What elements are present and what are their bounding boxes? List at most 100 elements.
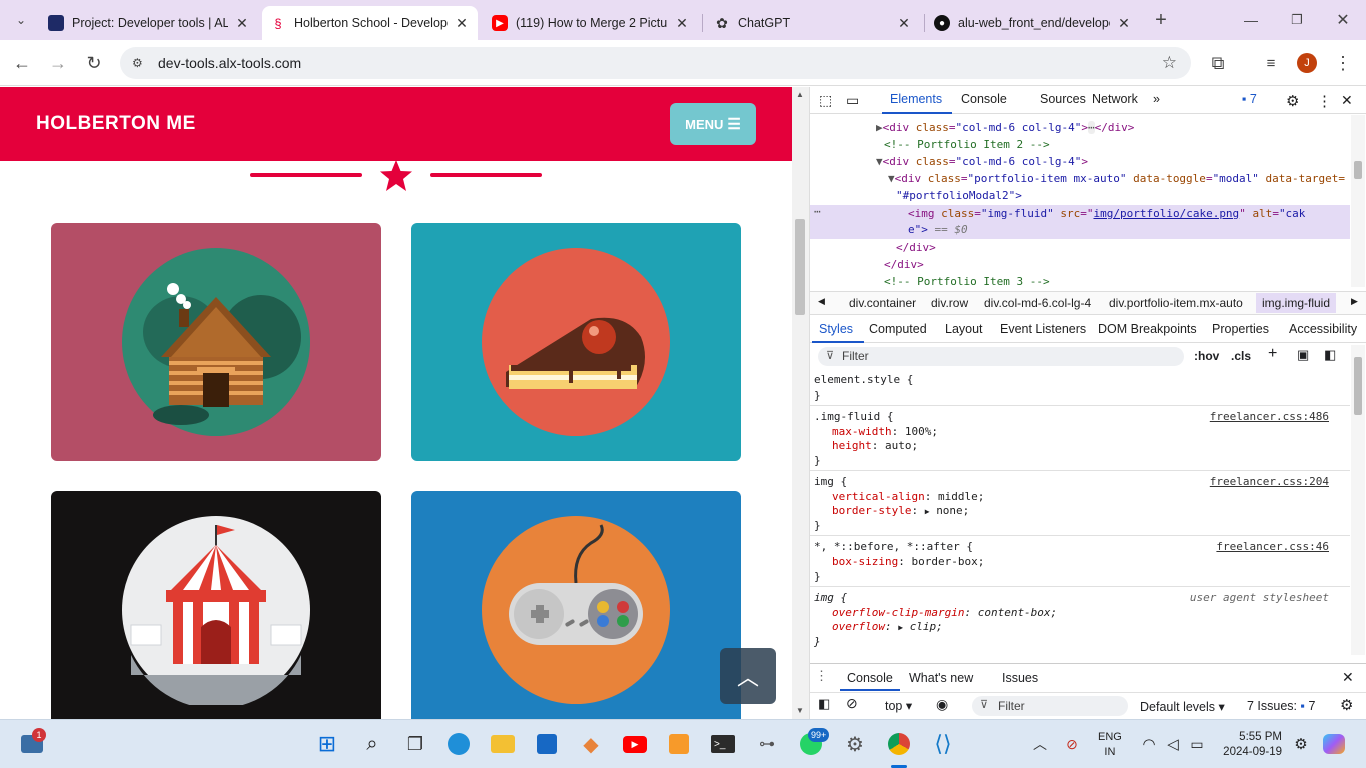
show-hidden-icons-chevron-up-icon[interactable]: ︿ [1026, 730, 1054, 758]
extensions-button[interactable]: ⧉ [1203, 48, 1233, 78]
portfolio-item-game[interactable] [411, 491, 741, 719]
clear-console-icon[interactable]: ⊘ [846, 695, 858, 712]
page-scrollbar-thumb[interactable] [795, 219, 805, 315]
styles-scrollbar[interactable] [1351, 345, 1365, 655]
tab-network[interactable]: Network [1092, 92, 1138, 106]
scroll-down-arrow-icon[interactable]: ▼ [796, 706, 804, 715]
issues-link[interactable]: 7 Issues: ▪ 7 [1247, 699, 1315, 713]
cls-toggle[interactable]: .cls [1231, 349, 1251, 363]
file-explorer-icon[interactable] [489, 730, 517, 758]
forward-button[interactable]: → [43, 48, 73, 78]
inspect-element-icon[interactable]: ⬚ [819, 92, 832, 109]
styles-scrollbar-thumb[interactable] [1354, 357, 1362, 415]
portfolio-item-cabin[interactable] [51, 223, 381, 461]
node-actions-icon[interactable]: ⋯ [814, 205, 821, 218]
battery-icon[interactable]: ▭ [1183, 730, 1211, 758]
close-tab-icon[interactable]: ✕ [1116, 15, 1132, 32]
close-devtools-icon[interactable]: ✕ [1341, 92, 1353, 109]
task-view-icon[interactable]: ❐ [401, 730, 429, 758]
microsoft-store-icon[interactable] [533, 730, 561, 758]
site-info-icon[interactable]: ⚙ [132, 56, 148, 70]
tab-sources[interactable]: Sources [1040, 92, 1086, 106]
close-window-button[interactable]: ✕ [1328, 5, 1358, 35]
breadcrumb-item[interactable]: div.col-md-6.col-lg-4 [984, 296, 1091, 310]
scroll-to-top-button[interactable]: ︿ [720, 648, 776, 704]
page-scrollbar[interactable]: ▲ ▼ [792, 87, 810, 719]
css-declaration[interactable]: box-sizing: border-box; [832, 555, 984, 568]
vscode-icon[interactable]: ⟨⟩ [929, 730, 957, 758]
copilot-icon[interactable] [1320, 730, 1348, 758]
dom-comment[interactable]: <!-- Portfolio Item 3 --> [884, 275, 1050, 287]
tab-alx-project[interactable]: Project: Developer tools | ALX ✕ [40, 6, 258, 40]
drawer-menu-icon[interactable]: ⋮ [815, 668, 828, 684]
console-settings-icon[interactable]: ⚙ [1340, 696, 1353, 714]
git-icon[interactable]: ◆ [577, 730, 605, 758]
more-tabs-icon[interactable]: » [1153, 92, 1160, 106]
drawer-tab-whats-new[interactable]: What's new [909, 671, 973, 685]
start-windows-icon[interactable]: ⊞ [313, 730, 341, 758]
back-button[interactable]: ← [7, 48, 37, 78]
dom-comment[interactable]: <!-- Portfolio Item 2 --> [884, 138, 1050, 151]
console-filter-input[interactable]: ⊽ Filter [972, 696, 1128, 716]
breadcrumb-left-icon[interactable]: ◀ [818, 296, 825, 307]
css-declaration[interactable]: border-style: ▶ none; [832, 504, 969, 517]
close-drawer-icon[interactable]: ✕ [1342, 669, 1354, 686]
drawer-tab-issues[interactable]: Issues [1002, 671, 1038, 685]
tab-youtube[interactable]: ▶ (119) How to Merge 2 Pictures ✕ [484, 6, 698, 40]
css-declaration[interactable]: max-width: 100%; [832, 425, 938, 438]
tab-search-button[interactable]: ⌄ [6, 5, 36, 35]
settings-gear-icon[interactable]: ⚙ [841, 730, 869, 758]
rule-source-link[interactable]: freelancer.css:486 [1210, 410, 1329, 423]
dom-node[interactable]: ▼<div class="col-md-6 col-lg-4"> [876, 155, 1088, 168]
media-button[interactable]: ≡ [1256, 48, 1286, 78]
edge-icon[interactable] [445, 730, 473, 758]
breadcrumb-item-active[interactable]: img.img-fluid [1256, 293, 1337, 313]
minimize-button[interactable]: — [1236, 5, 1266, 35]
device-toolbar-icon[interactable]: ▭ [846, 92, 859, 109]
chrome-icon[interactable] [885, 730, 913, 758]
url-text[interactable]: dev-tools.alx-tools.com [158, 55, 301, 71]
sublime-text-icon[interactable] [665, 730, 693, 758]
tab-computed[interactable]: Computed [869, 322, 927, 336]
youtube-icon[interactable]: ▶ [621, 730, 649, 758]
context-selector[interactable]: top ▾ [885, 698, 912, 713]
tab-console[interactable]: Console [961, 92, 1007, 106]
browser-menu-button[interactable]: ⋮ [1328, 48, 1358, 78]
tab-properties[interactable]: Properties [1212, 322, 1269, 336]
search-icon[interactable]: ⌕ [358, 730, 386, 758]
network-alert-icon[interactable]: ⊘ [1058, 730, 1086, 758]
close-tab-icon[interactable]: ✕ [454, 15, 470, 32]
tab-layout[interactable]: Layout [945, 322, 983, 336]
dom-close-tag[interactable]: </div> [884, 258, 924, 271]
issues-counter[interactable]: ▪ 7 [1242, 92, 1257, 106]
sidebar-toggle-icon[interactable]: ◧ [1324, 347, 1336, 363]
scroll-up-arrow-icon[interactable]: ▲ [796, 90, 804, 99]
tab-styles[interactable]: Styles [819, 322, 853, 336]
log-levels-dropdown[interactable]: Default levels ▾ [1140, 699, 1225, 714]
more-vertical-icon[interactable]: ⋮ [1317, 92, 1332, 110]
console-sidebar-icon[interactable]: ◧ [818, 696, 830, 712]
tab-elements[interactable]: Elements [890, 92, 942, 106]
menu-button[interactable]: MENU ☰ [670, 103, 756, 145]
tab-github[interactable]: ● alu-web_front_end/developer ✕ [926, 6, 1140, 40]
dom-scrollbar[interactable] [1351, 115, 1365, 287]
tab-event-listeners[interactable]: Event Listeners [1000, 322, 1086, 336]
profile-button[interactable]: J [1292, 48, 1322, 78]
site-brand[interactable]: HOLBERTON ME [36, 113, 196, 135]
rule-source-link[interactable]: freelancer.css:204 [1210, 475, 1329, 488]
breadcrumb-right-icon[interactable]: ▶ [1351, 296, 1358, 307]
tab-dom-breakpoints[interactable]: DOM Breakpoints [1098, 322, 1197, 336]
reload-button[interactable]: ↻ [79, 48, 109, 78]
tab-holberton[interactable]: § Holberton School - Developer tools ✕ [262, 6, 478, 40]
drawer-tab-console[interactable]: Console [847, 671, 893, 685]
remote-desktop-icon[interactable]: ⊶ [753, 730, 781, 758]
rule-source-link[interactable]: freelancer.css:46 [1216, 540, 1329, 553]
close-tab-icon[interactable]: ✕ [234, 15, 250, 32]
css-declaration[interactable]: height: auto; [832, 439, 918, 452]
dom-node[interactable]: ▼<div class="portfolio-item mx-auto" dat… [888, 172, 1345, 185]
terminal-icon[interactable]: >_ [709, 730, 737, 758]
tab-chatgpt[interactable]: ✿ ChatGPT ✕ [706, 6, 920, 40]
address-bar[interactable]: ⚙ dev-tools.alx-tools.com ☆ [120, 47, 1191, 79]
dom-node[interactable]: ▶<div class="col-md-6 col-lg-4">⋯</div> [876, 121, 1134, 134]
element-style-selector[interactable]: element.style { [814, 373, 913, 386]
